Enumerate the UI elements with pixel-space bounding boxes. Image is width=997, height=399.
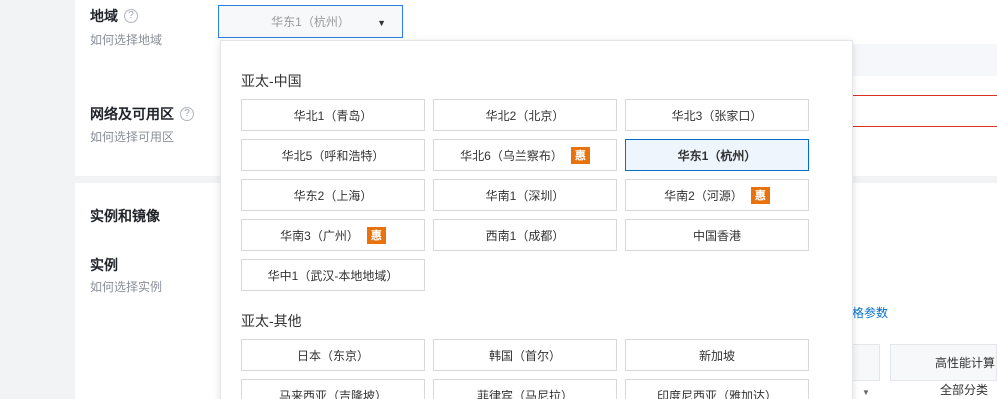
table-header-hpc[interactable]: 高性能计算 <box>890 344 997 381</box>
region-label: 地域 ? <box>90 6 138 26</box>
region-option[interactable]: 华南3（广州）惠 <box>241 219 425 251</box>
region-hint-link[interactable]: 如何选择地域 <box>90 31 162 48</box>
zone-label: 网络及可用区 ? <box>90 104 194 124</box>
region-option[interactable]: 华东2（上海） <box>241 179 425 211</box>
group-title-asia-china: 亚太-中国 <box>241 73 302 89</box>
zone-label-text: 网络及可用区 <box>90 106 174 122</box>
region-option[interactable]: 华北2（北京） <box>433 99 617 131</box>
region-option-selected[interactable]: 华东1（杭州） <box>625 139 809 171</box>
question-icon[interactable]: ? <box>124 9 138 23</box>
region-select[interactable]: 华东1（杭州） ▼ <box>218 5 403 38</box>
discount-badge: 惠 <box>750 186 770 204</box>
section-title-text: 实例和镜像 <box>90 208 160 224</box>
region-option[interactable]: 日本（东京） <box>241 339 425 371</box>
region-dropdown: 亚太-中国 华北1（青岛） 华北2（北京） 华北3（张家口） 华北5（呼和浩特）… <box>220 40 853 399</box>
region-option[interactable]: 中国香港 <box>625 219 809 251</box>
instance-label: 实例 <box>90 255 118 275</box>
left-gutter <box>0 0 75 399</box>
region-option[interactable]: 华北6（乌兰察布）惠 <box>433 139 617 171</box>
region-option[interactable]: 菲律宾（马尼拉） <box>433 379 617 399</box>
instance-label-text: 实例 <box>90 257 118 273</box>
region-option[interactable]: 印度尼西亚（雅加达） <box>625 379 809 399</box>
region-select-value: 华东1（杭州） <box>271 15 350 29</box>
region-option[interactable]: 韩国（首尔） <box>433 339 617 371</box>
spec-params-link[interactable]: 格参数 <box>852 304 888 321</box>
region-option[interactable]: 华中1（武汉-本地地域） <box>241 259 425 291</box>
zone-hint-link[interactable]: 如何选择可用区 <box>90 128 174 145</box>
discount-badge: 惠 <box>366 226 386 244</box>
background-info-bar <box>852 44 997 76</box>
zone-input[interactable] <box>852 95 997 127</box>
section-title: 实例和镜像 <box>90 206 160 226</box>
region-label-text: 地域 <box>90 8 118 24</box>
region-option[interactable]: 华南1（深圳） <box>433 179 617 211</box>
caret-down-icon: ▼ <box>377 18 386 28</box>
group-title-asia-other: 亚太-其他 <box>241 313 302 329</box>
table-header-cell <box>852 344 880 381</box>
caret-down-icon: ▼ <box>862 388 870 397</box>
instance-hint-link[interactable]: 如何选择实例 <box>90 278 162 295</box>
region-option[interactable]: 华北5（呼和浩特） <box>241 139 425 171</box>
region-option[interactable]: 华北3（张家口） <box>625 99 809 131</box>
region-option[interactable]: 华北1（青岛） <box>241 99 425 131</box>
question-icon[interactable]: ? <box>180 107 194 121</box>
region-option[interactable]: 华南2（河源）惠 <box>625 179 809 211</box>
region-option[interactable]: 新加坡 <box>625 339 809 371</box>
region-option[interactable]: 马来西亚（吉隆坡） <box>241 379 425 399</box>
table-filter-all[interactable]: 全部分类 <box>890 381 997 399</box>
discount-badge: 惠 <box>570 146 590 164</box>
region-option[interactable]: 西南1（成都） <box>433 219 617 251</box>
